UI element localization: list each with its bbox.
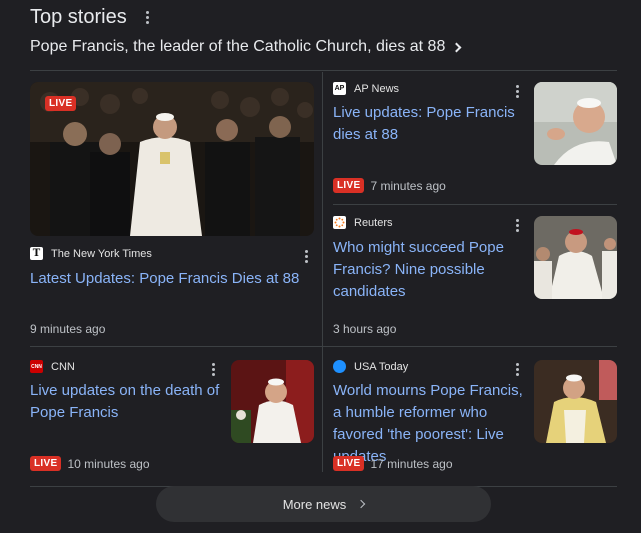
story-time: LIVE 7 minutes ago — [333, 178, 446, 193]
time-text: 7 minutes ago — [370, 178, 446, 193]
story-source: T The New York Times — [30, 247, 152, 260]
topic-headline-text: Pope Francis, the leader of the Catholic… — [30, 38, 446, 55]
source-name: The New York Times — [51, 247, 152, 260]
story-time: 3 hours ago — [333, 322, 396, 336]
story-title[interactable]: World mourns Pope Francis, a humble refo… — [333, 380, 528, 468]
source-name: USA Today — [354, 360, 409, 373]
chevron-right-icon — [357, 499, 366, 509]
source-name: Reuters — [354, 216, 393, 229]
pope-vestments-image — [534, 360, 617, 443]
story-image-pope-francis[interactable]: LIVE — [30, 82, 314, 236]
story-image-pope-vestments[interactable] — [534, 360, 617, 443]
story-time: LIVE 10 minutes ago — [30, 456, 150, 471]
story-image-pope-waving[interactable] — [534, 82, 617, 165]
divider — [30, 70, 617, 71]
live-badge: LIVE — [45, 96, 77, 111]
live-badge: LIVE — [30, 456, 62, 471]
story-time: 9 minutes ago — [30, 322, 105, 336]
story-source: CNN CNN — [30, 360, 75, 373]
more-options-icon[interactable] — [141, 9, 155, 27]
more-options-icon[interactable] — [510, 216, 524, 234]
live-badge: LIVE — [333, 456, 365, 471]
cnn-logo-icon: CNN — [30, 360, 43, 373]
more-options-icon[interactable] — [510, 82, 524, 100]
top-stories-header: Top stories — [30, 6, 155, 29]
cardinals-image — [534, 216, 617, 299]
story-source: Reuters — [333, 216, 393, 229]
story-source: USA Today — [333, 360, 408, 373]
story-time: LIVE 17 minutes ago — [333, 456, 453, 471]
usa-today-logo-icon — [333, 360, 346, 373]
story-title[interactable]: Who might succeed Pope Francis? Nine pos… — [333, 237, 523, 303]
source-name: AP News — [354, 82, 400, 95]
story-title[interactable]: Live updates: Pope Francis dies at 88 — [333, 102, 523, 146]
time-text: 10 minutes ago — [67, 456, 150, 471]
reuters-logo-icon — [333, 216, 346, 229]
story-title[interactable]: Live updates on the death of Pope Franci… — [30, 380, 220, 424]
story-title[interactable]: Latest Updates: Pope Francis Dies at 88 — [30, 268, 314, 290]
ap-logo-icon: AP — [333, 82, 346, 95]
section-title: Top stories — [30, 6, 127, 28]
more-options-icon[interactable] — [510, 360, 524, 378]
live-badge: LIVE — [333, 178, 365, 193]
nyt-logo-icon: T — [30, 247, 43, 260]
divider — [30, 346, 617, 347]
story-image-cardinals[interactable] — [534, 216, 617, 299]
pope-waving-image — [534, 82, 617, 165]
divider — [322, 72, 323, 472]
time-text: 9 minutes ago — [30, 322, 106, 336]
divider — [333, 204, 617, 205]
pope-praying-image — [231, 360, 314, 443]
story-source: AP AP News — [333, 82, 399, 95]
more-options-icon[interactable] — [206, 360, 220, 378]
time-text: 17 minutes ago — [370, 456, 453, 471]
topic-headline-link[interactable]: Pope Francis, the leader of the Catholic… — [30, 38, 462, 56]
more-news-button[interactable]: More news — [156, 486, 491, 522]
source-name: CNN — [51, 360, 75, 373]
more-options-icon[interactable] — [299, 247, 313, 265]
story-image-pope-praying[interactable] — [231, 360, 314, 443]
chevron-right-icon — [451, 42, 462, 52]
time-text: 3 hours ago — [333, 322, 397, 336]
more-news-label: More news — [282, 496, 347, 512]
